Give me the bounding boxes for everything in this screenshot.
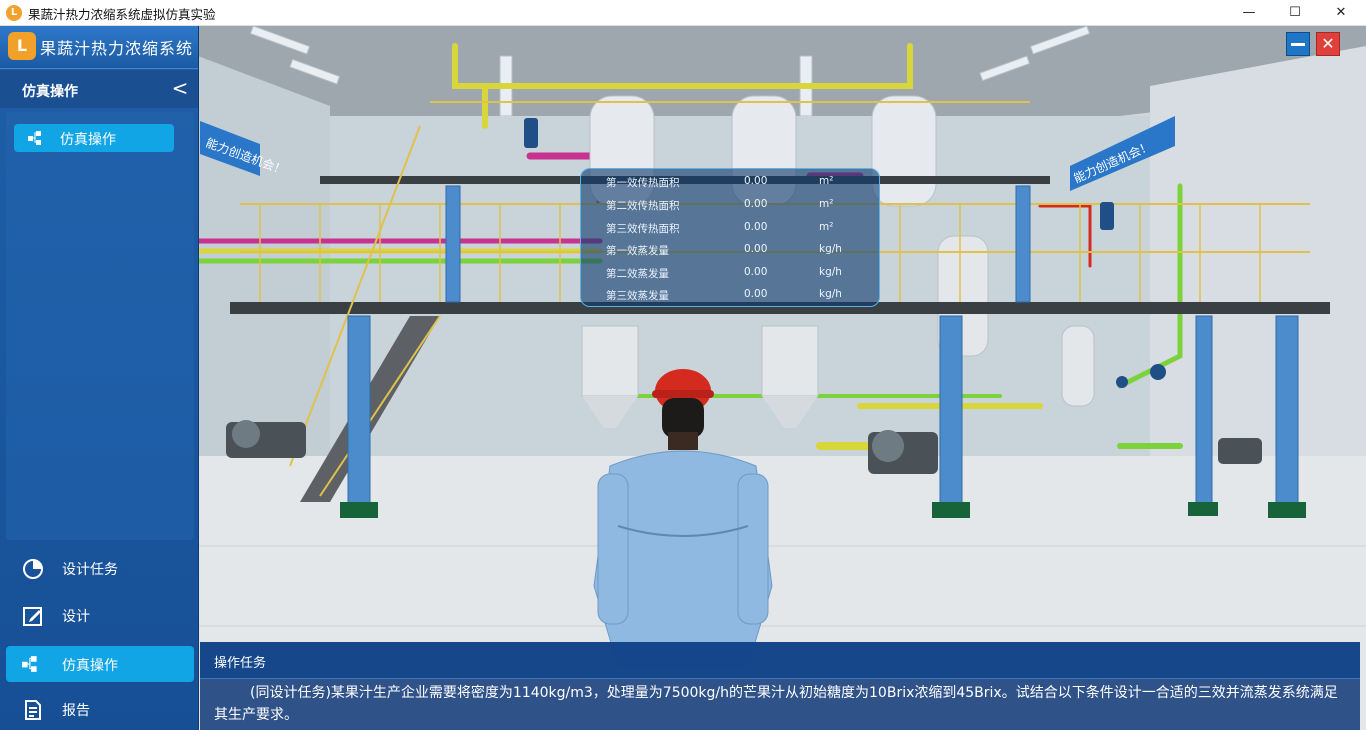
evaporator-data-panel: 第一效传热面积 0.00 m² 第二效传热面积 0.00 m² 第三效传热面积 … [580,168,880,307]
data-label: 第二效蒸发量 [606,268,669,280]
document-icon [25,700,41,720]
flow-icon [28,131,41,145]
factory-scene-graphic: 能力创造机会！ 能力创造机会！ [0,26,1366,730]
window-titlebar: L 果蔬汁热力浓缩系统虚拟仿真实验 — ☐ ✕ [0,0,1366,26]
data-value: 0.00 [744,221,768,233]
edit-icon [23,607,42,626]
app-logo-icon: L [6,5,22,21]
simulation-viewport[interactable]: 能力创造机会！ 能力创造机会！ [0,26,1366,730]
data-unit: m² [819,198,834,210]
nav-item-design[interactable]: 设计 [6,597,194,633]
data-label: 第一效传热面积 [606,177,680,189]
scene-close-button[interactable]: ✕ [1316,32,1340,56]
nav-item-simulation[interactable]: 仿真操作 [6,646,194,682]
section-header: 仿真操作 < [0,70,198,108]
operation-task-panel: 操作任务 (同设计任务)某果汁生产企业需要将密度为1140kg/m3，处理量为7… [200,642,1360,730]
submenu-item-simulation[interactable]: 仿真操作 [14,124,174,152]
data-label: 第三效蒸发量 [606,290,669,302]
data-value: 0.00 [744,243,768,255]
data-value: 0.00 [744,175,768,187]
data-row: 第一效传热面积 0.00 m² [581,171,881,193]
section-title: 仿真操作 [22,84,78,100]
app-logo-icon: L [8,32,36,60]
data-value: 0.00 [744,198,768,210]
data-row: 第三效传热面积 0.00 m² [581,217,881,239]
data-value: 0.00 [744,266,768,278]
nav-item-label: 报告 [62,703,90,719]
data-label: 第一效蒸发量 [606,245,669,257]
data-unit: kg/h [819,266,842,278]
data-row: 第一效蒸发量 0.00 kg/h [581,239,881,261]
data-value: 0.00 [744,288,768,300]
data-row: 第二效传热面积 0.00 m² [581,194,881,216]
data-unit: m² [819,221,834,233]
data-row: 第二效蒸发量 0.00 kg/h [581,262,881,284]
data-row: 第三效蒸发量 0.00 kg/h [581,284,881,306]
data-unit: kg/h [819,288,842,300]
window-minimize-button[interactable]: — [1226,0,1272,26]
nav-item-design-task[interactable]: 设计任务 [6,550,194,586]
task-description: (同设计任务)某果汁生产企业需要将密度为1140kg/m3，处理量为7500kg… [214,685,1338,723]
submenu-item-label: 仿真操作 [60,132,116,148]
pie-chart-icon [23,559,43,579]
window-maximize-button[interactable]: ☐ [1272,0,1318,26]
submenu-panel [6,112,194,540]
nav-item-label: 设计任务 [62,562,118,578]
flow-icon [22,656,37,672]
nav-item-report[interactable]: 报告 [6,691,194,727]
scene-minimize-button[interactable] [1286,32,1310,56]
task-panel-title: 操作任务 [214,656,267,671]
task-panel-header: 操作任务 [200,642,1360,679]
data-label: 第三效传热面积 [606,223,680,235]
nav-item-label: 设计 [62,609,90,625]
window-close-button[interactable]: ✕ [1318,0,1364,26]
sidebar: L 果蔬汁热力浓缩系统 仿真操作 < 仿真操作 设计任务 设计 仿真操作 报告 [0,26,199,730]
data-unit: kg/h [819,243,842,255]
collapse-chevron-icon[interactable]: < [168,76,192,100]
data-unit: m² [819,175,834,187]
app-logo-text: 果蔬汁热力浓缩系统 [40,39,194,58]
window-title: 果蔬汁热力浓缩系统虚拟仿真实验 [28,7,216,22]
data-label: 第二效传热面积 [606,200,680,212]
nav-item-label: 仿真操作 [62,658,118,674]
logo-bar: L 果蔬汁热力浓缩系统 [0,26,198,69]
